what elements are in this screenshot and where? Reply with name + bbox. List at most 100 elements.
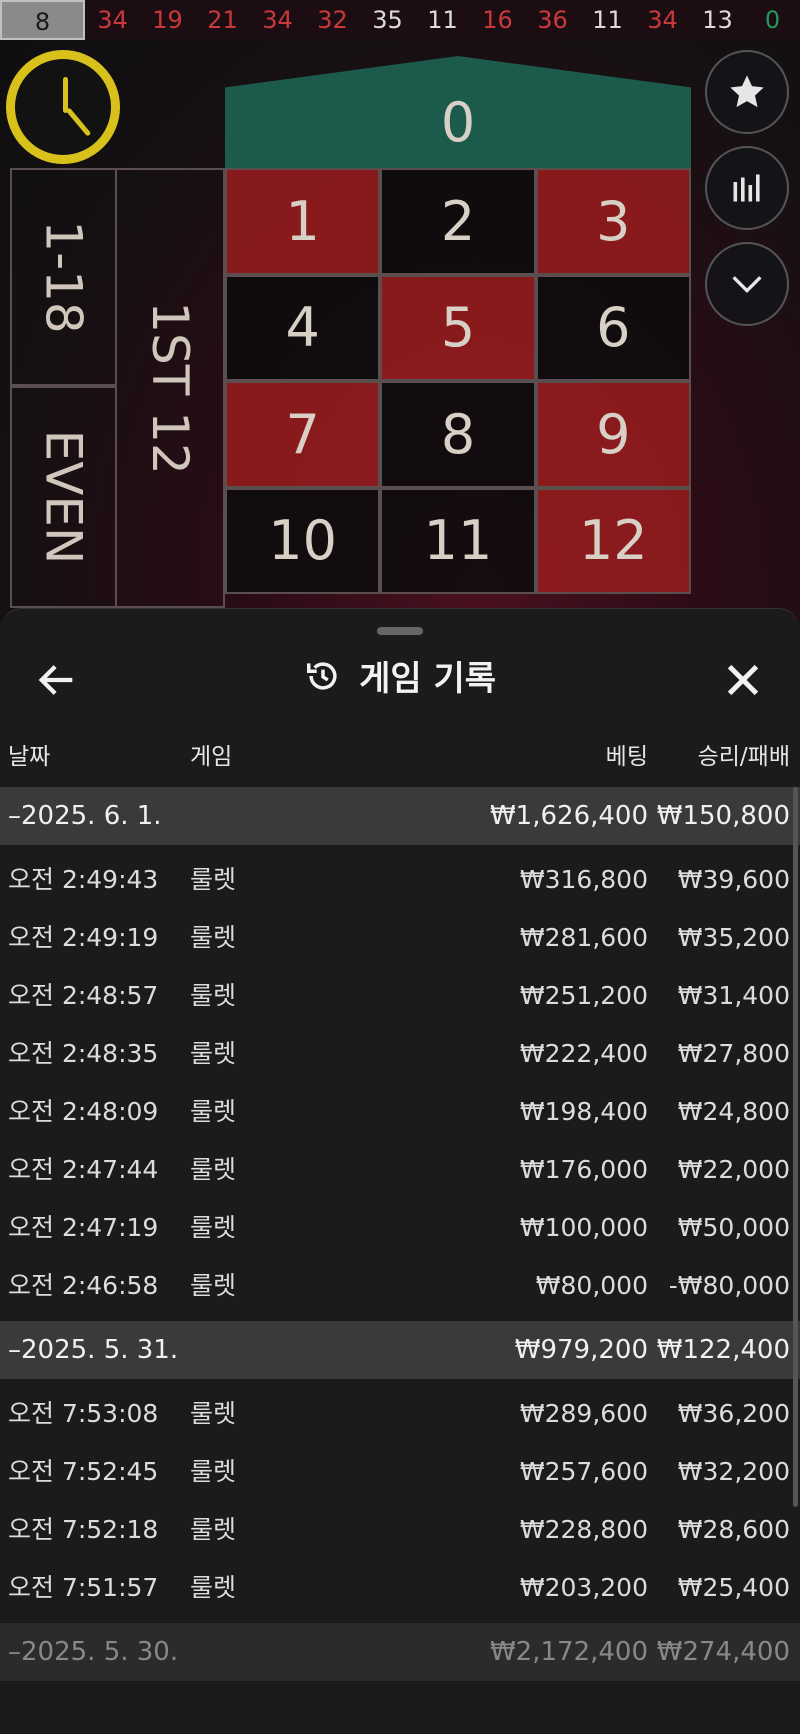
row-bet: ₩198,400 (519, 1097, 648, 1126)
sheet-drag-handle[interactable] (377, 627, 423, 635)
bet-spot-number[interactable]: 7 (225, 381, 381, 488)
date-group-header[interactable]: –2025. 5. 31. ₩979,200 ₩122,400 (0, 1321, 800, 1379)
row-win-loss: ₩50,000 (677, 1213, 790, 1242)
recent-result: 11 (592, 6, 623, 34)
bet-spot-number[interactable]: 12 (535, 487, 691, 594)
row-game: 룰렛 (190, 1515, 237, 1544)
bet-spot-number[interactable]: 2 (380, 168, 536, 275)
bet-spot-number[interactable]: 4 (225, 274, 381, 381)
number-grid: 1 2 3 4 5 6 7 8 9 10 11 12 (225, 168, 691, 608)
close-button[interactable] (720, 657, 766, 703)
date-group-header[interactable]: –2025. 5. 30. ₩2,172,400 ₩274,400 (0, 1623, 800, 1681)
row-win-loss: ₩31,400 (677, 981, 790, 1010)
group-date: –2025. 5. 30. (8, 1637, 179, 1667)
column-bet: 베팅 (605, 744, 648, 770)
history-row[interactable]: 오전 2:46:58 룰렛 ₩80,000 -₩80,000 (0, 1257, 800, 1315)
chevron-down-icon (732, 276, 762, 294)
history-row[interactable]: 오전 7:53:08 룰렛 ₩289,600 ₩36,200 (0, 1385, 800, 1443)
bet-spot-number[interactable]: 9 (535, 381, 691, 488)
bet-spot-number[interactable]: 6 (535, 274, 691, 381)
row-game: 룰렛 (190, 1155, 237, 1184)
roulette-game-view: 8 34 19 21 34 32 35 11 16 36 11 34 13 0 0 1-18 1ST 12… (0, 0, 800, 620)
bet-spot-number[interactable]: 5 (380, 274, 536, 381)
row-win-loss: ₩25,400 (677, 1573, 790, 1602)
history-row[interactable]: 오전 2:48:57 룰렛 ₩251,200 ₩31,400 (0, 967, 800, 1025)
column-headers: 날짜 게임 베팅 승리/패배 (0, 737, 800, 787)
timer-clock-icon (6, 50, 120, 164)
game-history-sheet: 게임 기록 날짜 게임 베팅 승리/패배 –2025. 6. 1. ₩1,626,… (0, 608, 800, 1734)
favorite-button[interactable] (705, 50, 789, 134)
row-bet: ₩281,600 (519, 923, 648, 952)
date-group-header[interactable]: –2025. 6. 1. ₩1,626,400 ₩150,800 (0, 787, 800, 845)
row-game: 룰렛 (190, 1213, 237, 1242)
row-game: 룰렛 (190, 1573, 237, 1602)
row-time: 오전 2:48:35 (8, 1039, 159, 1068)
bet-spot-number[interactable]: 1 (225, 168, 381, 275)
column-date: 날짜 (8, 744, 51, 770)
bet-spot-first-dozen[interactable]: 1ST 12 (117, 168, 225, 608)
row-game: 룰렛 (190, 1457, 237, 1486)
row-win-loss: ₩28,600 (677, 1515, 790, 1544)
row-win-loss: ₩27,800 (677, 1039, 790, 1068)
history-row[interactable]: 오전 2:48:09 룰렛 ₩198,400 ₩24,800 (0, 1083, 800, 1141)
outside-bets: 1-18 1ST 12 EVEN (10, 168, 225, 608)
recent-result: 21 (207, 6, 238, 34)
bet-spot-number[interactable]: 11 (380, 487, 536, 594)
scrollbar[interactable] (793, 787, 798, 1507)
group-win-loss-total: ₩150,800 (656, 801, 790, 831)
row-game: 룰렛 (190, 1399, 237, 1428)
history-row[interactable]: 오전 2:47:19 룰렛 ₩100,000 ₩50,000 (0, 1199, 800, 1257)
bet-spot-number[interactable]: 8 (380, 381, 536, 488)
recent-result: 0 (764, 6, 781, 34)
bet-spot-low[interactable]: 1-18 (10, 168, 117, 386)
group-win-loss-total: ₩122,400 (656, 1335, 790, 1365)
statistics-button[interactable] (705, 146, 789, 230)
recent-result: 35 (372, 6, 403, 34)
row-bet: ₩251,200 (519, 981, 648, 1010)
row-game: 룰렛 (190, 1039, 237, 1068)
recent-result: 34 (97, 6, 128, 34)
row-bet: ₩316,800 (519, 865, 648, 894)
history-row[interactable]: 오전 2:47:44 룰렛 ₩176,000 ₩22,000 (0, 1141, 800, 1199)
row-game: 룰렛 (190, 1097, 237, 1126)
history-icon (306, 661, 337, 690)
history-row[interactable]: 오전 2:49:19 룰렛 ₩281,600 ₩35,200 (0, 909, 800, 967)
row-win-loss: ₩35,200 (677, 923, 790, 952)
history-row[interactable]: 오전 2:49:43 룰렛 ₩316,800 ₩39,600 (0, 851, 800, 909)
history-row[interactable]: 오전 7:52:45 룰렛 ₩257,600 ₩32,200 (0, 1443, 800, 1501)
history-list: –2025. 6. 1. ₩1,626,400 ₩150,800 오전 2:49:43… (0, 787, 800, 1681)
recent-result: 34 (647, 6, 678, 34)
group-date: –2025. 5. 31. (8, 1335, 179, 1365)
stats-icon (733, 174, 760, 202)
group-win-loss-total: ₩274,400 (656, 1637, 790, 1667)
bet-spot-number[interactable]: 3 (535, 168, 691, 275)
row-time: 오전 7:52:45 (8, 1457, 159, 1486)
row-time: 오전 2:47:44 (8, 1155, 159, 1184)
bet-spot-even[interactable]: EVEN (10, 386, 117, 608)
row-time: 오전 2:49:43 (8, 865, 159, 894)
history-row[interactable]: 오전 7:51:57 룰렛 ₩203,200 ₩25,400 (0, 1559, 800, 1617)
row-bet: ₩176,000 (519, 1155, 648, 1184)
history-row[interactable]: 오전 7:52:18 룰렛 ₩228,800 ₩28,600 (0, 1501, 800, 1559)
recent-result: 19 (152, 6, 183, 34)
history-row[interactable]: 오전 2:48:35 룰렛 ₩222,400 ₩27,800 (0, 1025, 800, 1083)
row-win-loss: -₩80,000 (668, 1271, 790, 1300)
collapse-button[interactable] (705, 242, 789, 326)
row-bet: ₩100,000 (519, 1213, 648, 1242)
row-win-loss: ₩39,600 (677, 865, 790, 894)
bet-spot-zero[interactable]: 0 (225, 56, 691, 168)
recent-result: 11 (427, 6, 458, 34)
column-win-loss: 승리/패배 (697, 744, 790, 770)
close-icon (727, 664, 759, 696)
recent-results-strip: 8 34 19 21 34 32 35 11 16 36 11 34 13 0 (0, 0, 800, 40)
row-bet: ₩203,200 (519, 1573, 648, 1602)
row-bet: ₩228,800 (519, 1515, 648, 1544)
recent-result: 36 (537, 6, 568, 34)
row-bet: ₩222,400 (519, 1039, 648, 1068)
row-time: 오전 2:46:58 (8, 1271, 159, 1300)
bet-spot-number[interactable]: 10 (225, 487, 381, 594)
row-time: 오전 2:48:57 (8, 981, 159, 1010)
recent-result: 8 (0, 0, 86, 40)
row-time: 오전 7:52:18 (8, 1515, 159, 1544)
row-game: 룰렛 (190, 923, 237, 952)
